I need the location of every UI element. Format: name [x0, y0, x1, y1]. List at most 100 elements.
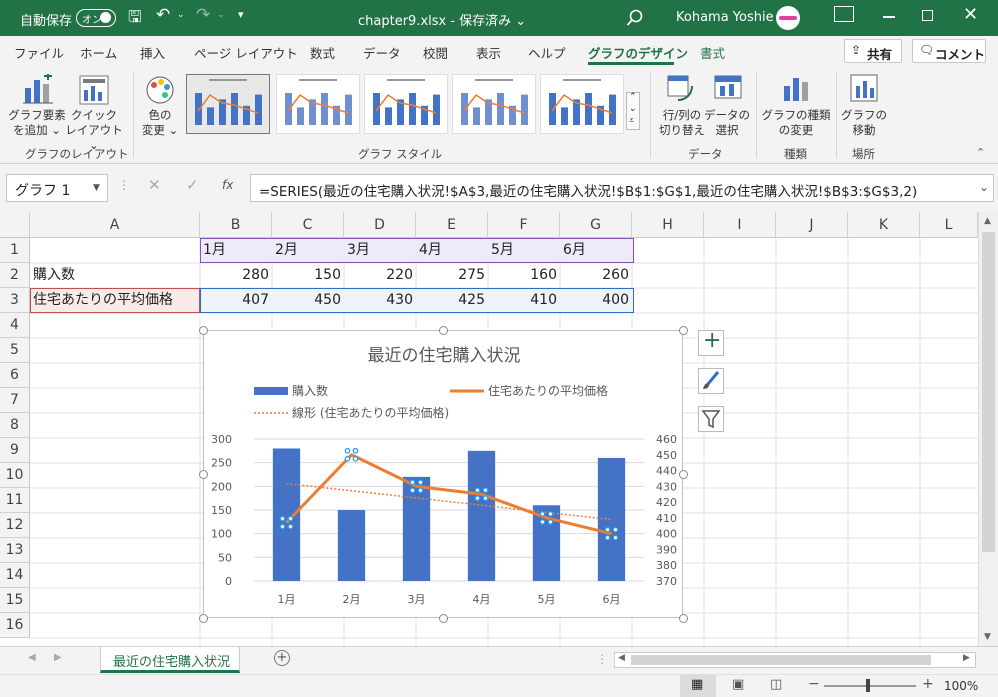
- legend-label-trend[interactable]: 線形 (住宅あたりの平均価格): [292, 405, 449, 420]
- prev-sheet-icon[interactable]: ◀: [28, 652, 36, 663]
- vertical-scroll-thumb[interactable]: [982, 232, 995, 552]
- file-title[interactable]: chapter9.xlsx - 保存済み ⌄: [358, 10, 526, 29]
- cell-G3[interactable]: 400: [560, 288, 632, 313]
- change-colors-button[interactable]: 色の 変更 ⌄: [136, 108, 184, 138]
- legend-label-bar[interactable]: 購入数: [292, 383, 328, 398]
- vertical-scrollbar[interactable]: ▲ ▼: [978, 212, 998, 646]
- resize-handle[interactable]: [679, 470, 688, 479]
- add-chart-element-button[interactable]: グラフ要素 を追加 ⌄: [6, 108, 68, 138]
- tab-format[interactable]: 書式: [700, 43, 725, 62]
- plot-area[interactable]: 300 250 200 150 100 50 0 460 450 440 430 420 410 400 3…: [211, 433, 677, 606]
- cell-F2[interactable]: 160: [488, 263, 560, 288]
- cell-D1[interactable]: 3月: [347, 238, 415, 263]
- resize-handle[interactable]: [439, 614, 448, 623]
- user-name[interactable]: Kohama Yoshie: [676, 10, 774, 25]
- scroll-left-arrow-icon[interactable]: ◀: [618, 653, 625, 663]
- name-box-dropdown-icon[interactable]: ▼: [93, 183, 100, 193]
- resize-handle[interactable]: [199, 470, 208, 479]
- sheet-tab-active[interactable]: 最近の住宅購入状況: [100, 647, 240, 673]
- share-button[interactable]: ⇪ 共有: [844, 39, 902, 63]
- name-box[interactable]: グラフ 1 ▼: [6, 174, 108, 202]
- minimize-icon[interactable]: [883, 16, 895, 18]
- chart-object[interactable]: 最近の住宅購入状況 購入数 住宅あたりの平均価格 線形 (住宅あたりの平均価格)…: [199, 326, 688, 623]
- cell-C1[interactable]: 2月: [275, 238, 343, 263]
- select-data-button[interactable]: データの 選択: [702, 108, 752, 138]
- scroll-up-icon[interactable]: ⌃: [629, 92, 637, 102]
- tab-view[interactable]: 表示: [476, 43, 501, 62]
- collapse-ribbon-icon[interactable]: ⌃: [976, 146, 985, 159]
- cell-E1[interactable]: 4月: [419, 238, 487, 263]
- comment-button[interactable]: 🗨 コメント: [912, 39, 986, 63]
- customize-qat-icon[interactable]: ▾: [238, 8, 244, 21]
- cell-B2[interactable]: 280: [200, 263, 272, 288]
- undo-icon[interactable]: ↶: [156, 5, 170, 25]
- close-icon[interactable]: ✕: [963, 4, 978, 25]
- chart-style-1[interactable]: [186, 74, 270, 134]
- next-sheet-icon[interactable]: ▶: [54, 652, 62, 663]
- cell-G2[interactable]: 260: [560, 263, 632, 288]
- change-chart-type-button[interactable]: グラフの種類 の変更: [760, 108, 832, 138]
- chart-title[interactable]: 最近の住宅購入状況: [368, 346, 521, 366]
- chart-style-scroll[interactable]: ⌃ ⌄ ⩡: [626, 92, 640, 130]
- redo-icon[interactable]: ↷: [196, 5, 210, 25]
- add-sheet-icon[interactable]: +: [274, 650, 290, 666]
- enter-icon[interactable]: ✓: [186, 176, 199, 194]
- cell-D2[interactable]: 220: [344, 263, 416, 288]
- tab-formulas[interactable]: 数式: [310, 43, 335, 62]
- chart-style-3[interactable]: [364, 74, 448, 134]
- cell-C3[interactable]: 450: [272, 288, 344, 313]
- resize-handle[interactable]: [679, 614, 688, 623]
- resize-handle[interactable]: [199, 326, 208, 335]
- chart-styles-button[interactable]: [698, 368, 724, 394]
- cell-D3[interactable]: 430: [344, 288, 416, 313]
- cell-C2[interactable]: 150: [272, 263, 344, 288]
- insert-function-icon[interactable]: fx: [222, 178, 233, 192]
- ribbon-display-icon[interactable]: [834, 6, 854, 22]
- resize-handle[interactable]: [679, 326, 688, 335]
- scroll-up-arrow-icon[interactable]: ▲: [984, 216, 991, 226]
- zoom-slider-thumb[interactable]: [866, 679, 870, 692]
- legend-label-line[interactable]: 住宅あたりの平均価格: [488, 383, 608, 398]
- scroll-right-arrow-icon[interactable]: ▶: [963, 653, 970, 663]
- tab-chart-design[interactable]: グラフのデザイン: [588, 43, 688, 62]
- cell-B1[interactable]: 1月: [203, 238, 271, 263]
- tab-help[interactable]: ヘルプ: [528, 43, 566, 62]
- cell-E3[interactable]: 425: [416, 288, 488, 313]
- resize-handle[interactable]: [199, 614, 208, 623]
- tab-page-layout[interactable]: ページ レイアウト: [194, 43, 298, 62]
- chart-style-4[interactable]: [452, 74, 536, 134]
- normal-view-button[interactable]: ▦: [680, 675, 716, 697]
- cell-A3[interactable]: 住宅あたりの平均価格: [33, 288, 198, 313]
- tab-splitter-icon[interactable]: ⋮: [596, 652, 608, 666]
- tab-insert[interactable]: 挿入: [140, 43, 165, 62]
- zoom-in-icon[interactable]: +: [922, 676, 934, 692]
- move-chart-button[interactable]: グラフの 移動: [838, 108, 890, 138]
- horizontal-scroll-thumb[interactable]: [631, 655, 931, 665]
- cancel-icon[interactable]: ✕: [148, 176, 161, 194]
- cell-F1[interactable]: 5月: [491, 238, 559, 263]
- expand-formula-icon[interactable]: ⌄: [979, 180, 989, 194]
- tab-file[interactable]: ファイル: [14, 43, 64, 62]
- page-layout-view-icon[interactable]: ▣: [732, 677, 744, 692]
- cell-E2[interactable]: 275: [416, 263, 488, 288]
- resize-handle[interactable]: [439, 326, 448, 335]
- scroll-down-arrow-icon[interactable]: ▼: [984, 632, 991, 642]
- zoom-out-icon[interactable]: −: [808, 676, 820, 692]
- chart-filters-button[interactable]: [698, 406, 724, 432]
- zoom-level[interactable]: 100%: [944, 679, 978, 693]
- avatar[interactable]: [776, 6, 800, 30]
- search-icon[interactable]: [626, 9, 644, 27]
- cell-A2[interactable]: 購入数: [33, 263, 198, 288]
- autosave-toggle[interactable]: オン: [76, 9, 116, 27]
- cell-G1[interactable]: 6月: [563, 238, 631, 263]
- tab-review[interactable]: 校閲: [423, 43, 448, 62]
- cell-B3[interactable]: 407: [200, 288, 272, 313]
- cell-F3[interactable]: 410: [488, 288, 560, 313]
- more-styles-icon[interactable]: ⩡: [629, 116, 634, 126]
- undo-dropdown-icon[interactable]: ⌄: [177, 10, 185, 20]
- chart-style-2[interactable]: [276, 74, 360, 134]
- page-break-view-icon[interactable]: ◫: [770, 677, 782, 692]
- chart-style-5[interactable]: [540, 74, 624, 134]
- tab-data[interactable]: データ: [363, 43, 401, 62]
- scroll-down-icon[interactable]: ⌄: [629, 104, 637, 114]
